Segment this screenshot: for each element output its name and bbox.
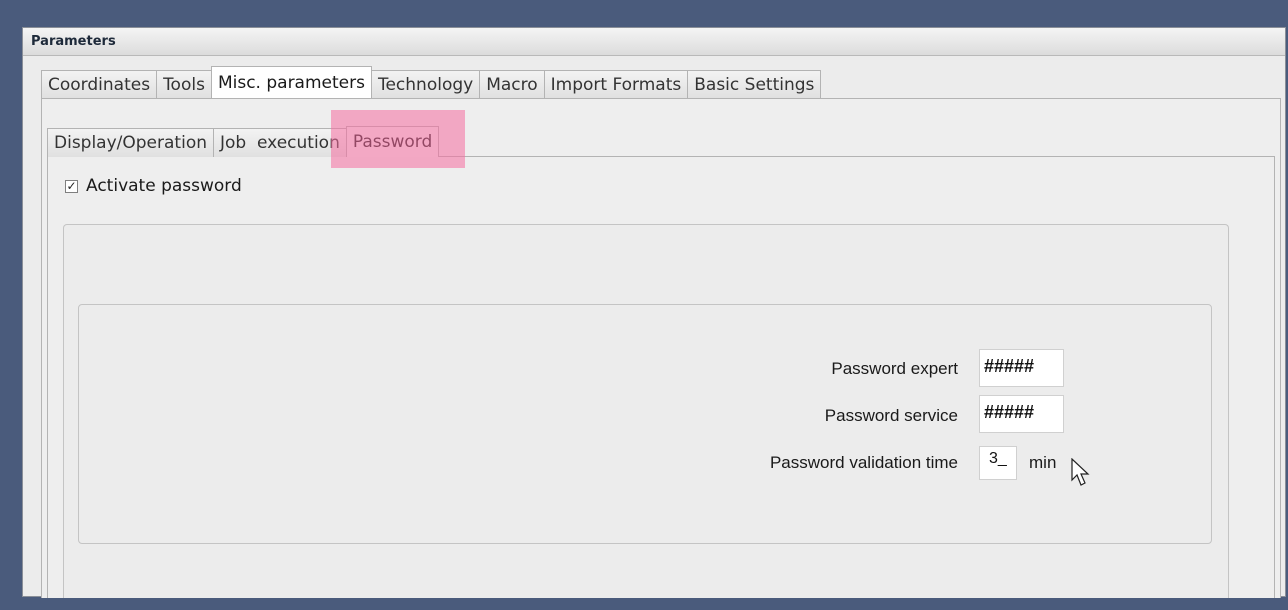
password-service-field[interactable]: ##### — [979, 395, 1064, 433]
tab-technology[interactable]: Technology — [370, 70, 481, 98]
sub-tab-bar: Display/Operation Job execution Password — [47, 125, 440, 157]
tab-label: Basic Settings — [694, 74, 815, 95]
password-service-label: Password service — [824, 406, 958, 425]
password-service-value: ##### — [984, 402, 1035, 422]
mouse-pointer-icon — [1071, 458, 1090, 486]
tab-label: Technology — [377, 74, 474, 95]
tab-display-operation[interactable]: Display/Operation — [47, 128, 214, 157]
tab-label: Password — [352, 132, 433, 152]
tab-label: Coordinates — [48, 74, 151, 95]
tab-coordinates[interactable]: Coordinates — [41, 70, 158, 98]
tab-label: Tools — [163, 74, 205, 95]
tab-job-execution[interactable]: Job execution — [213, 128, 347, 157]
password-expert-value: ##### — [984, 356, 1035, 376]
password-expert-label: Password expert — [831, 359, 958, 378]
password-validation-label: Password validation time — [769, 453, 958, 472]
password-expert-field[interactable]: ##### — [979, 349, 1064, 387]
tab-label: Macro — [486, 74, 538, 95]
tab-label: Import Formats — [550, 74, 682, 95]
tab-label: Misc. parameters — [217, 72, 365, 93]
validation-unit: min — [1029, 453, 1057, 472]
parameters-window: Parameters Coordinates Tools Misc. param… — [22, 27, 1286, 598]
tab-import-formats[interactable]: Import Formats — [543, 70, 689, 98]
title-bar: Parameters — [23, 28, 1285, 56]
window-title: Parameters — [31, 34, 116, 49]
tab-tools[interactable]: Tools — [156, 70, 212, 98]
password-validation-value: 3_ — [989, 450, 1007, 467]
tab-basic-settings[interactable]: Basic Settings — [687, 70, 822, 98]
check-icon[interactable]: ✓ — [65, 179, 78, 193]
activate-password-checkbox[interactable]: ✓ Activate password — [65, 176, 242, 196]
activate-password-label: Activate password — [86, 176, 242, 196]
tab-label: Job execution — [220, 133, 340, 153]
main-tab-bar: Coordinates Tools Misc. parameters Techn… — [41, 66, 822, 98]
tab-label: Display/Operation — [54, 133, 207, 153]
tab-macro[interactable]: Macro — [479, 70, 545, 98]
password-validation-field[interactable]: 3_ — [979, 446, 1017, 480]
tab-misc-parameters[interactable]: Misc. parameters — [210, 66, 372, 98]
tab-password[interactable]: Password — [345, 126, 440, 157]
